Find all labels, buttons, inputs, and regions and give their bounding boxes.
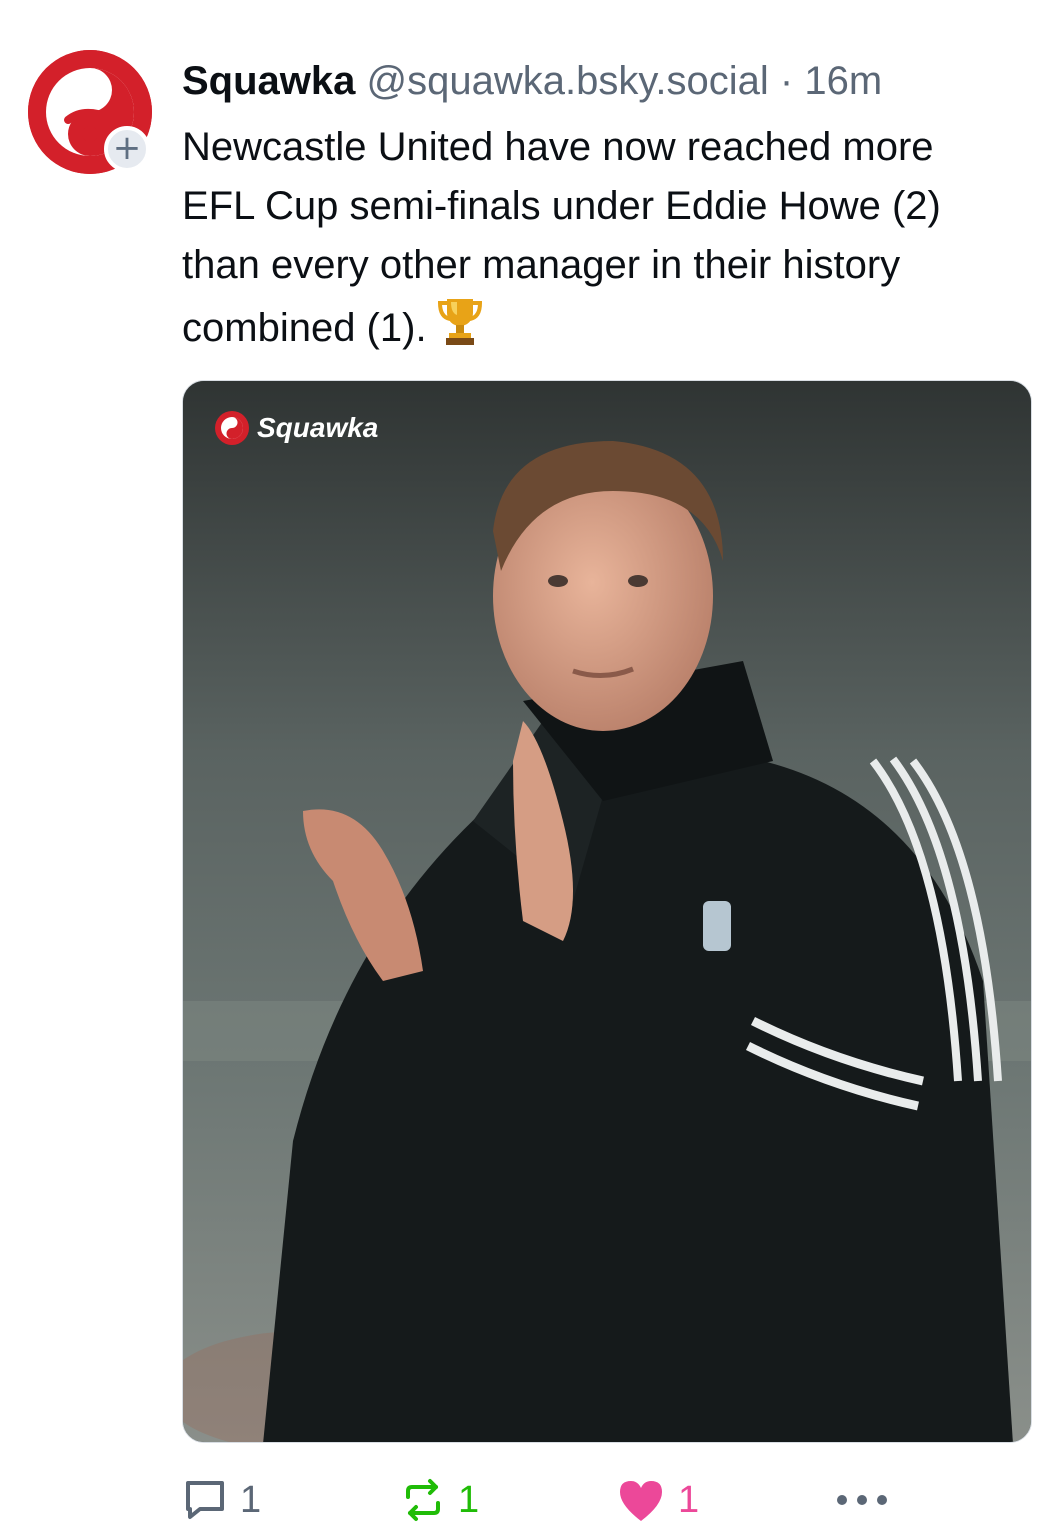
repost-button[interactable]: 1 xyxy=(400,1472,479,1528)
post-image[interactable]: Squawka xyxy=(182,380,1032,1443)
post-actions: 1 1 1 xyxy=(182,1472,902,1532)
repost-count: 1 xyxy=(458,1478,480,1521)
reply-count: 1 xyxy=(240,1478,262,1521)
reply-button[interactable]: 1 xyxy=(182,1472,261,1528)
more-options-button[interactable] xyxy=(834,1472,890,1528)
trophy-icon xyxy=(437,295,483,364)
reply-icon xyxy=(186,1481,224,1519)
header-separator: · xyxy=(768,59,805,103)
post-timestamp[interactable]: 16m xyxy=(804,59,882,103)
image-watermark: Squawka xyxy=(215,411,378,445)
post-text-content: Newcastle United have now reached more E… xyxy=(182,125,941,350)
like-count: 1 xyxy=(678,1478,700,1521)
heart-icon xyxy=(620,1481,662,1521)
post-header: Squawka @squawka.bsky.social · 16m xyxy=(182,56,1042,106)
more-icon xyxy=(837,1495,887,1505)
follow-button[interactable]: + xyxy=(104,126,150,172)
author-display-name[interactable]: Squawka xyxy=(182,59,355,103)
like-button[interactable]: 1 xyxy=(616,1472,699,1528)
repost-icon xyxy=(406,1479,440,1521)
post[interactable]: + Squawka @squawka.bsky.social · 16m New… xyxy=(0,0,1062,1535)
squawka-logo-icon xyxy=(215,411,249,445)
photo-manager-clapping xyxy=(183,381,1031,1442)
watermark-text: Squawka xyxy=(257,412,379,443)
author-handle[interactable]: @squawka.bsky.social xyxy=(367,59,769,103)
post-text: Newcastle United have now reached more E… xyxy=(182,118,1002,364)
